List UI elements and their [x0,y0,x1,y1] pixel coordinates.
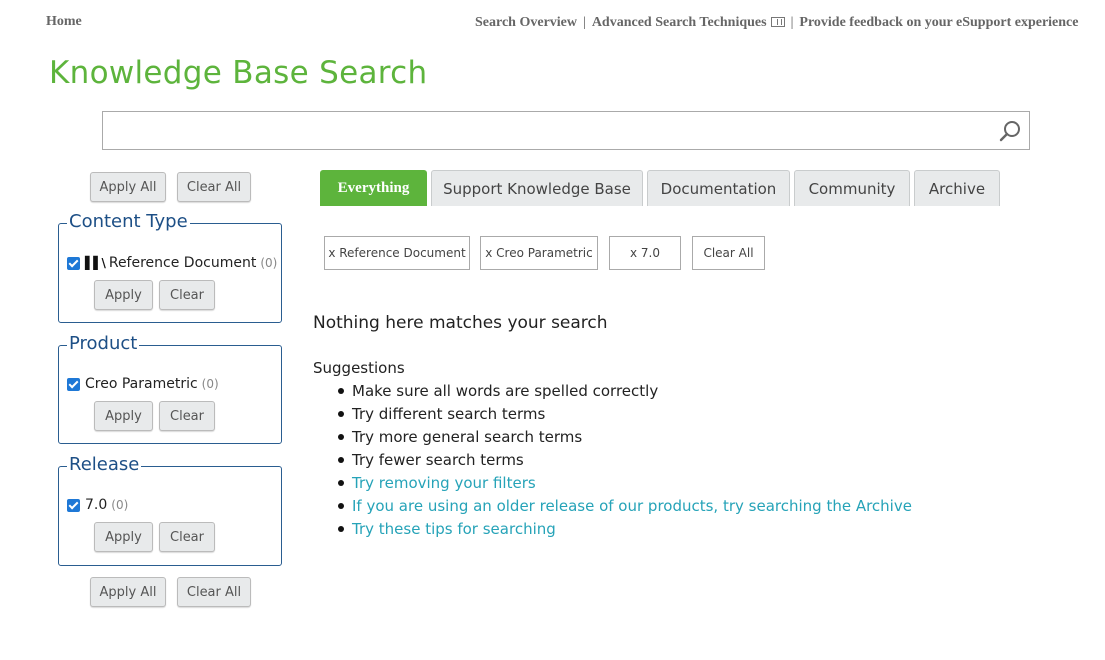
no-results-message: Nothing here matches your search [313,313,608,333]
top-links: Search Overview | Advanced Search Techni… [475,15,1078,31]
clear-button[interactable]: Clear [159,280,215,310]
facet-checkbox[interactable] [67,256,80,270]
facet-label: Creo Parametric [85,376,198,392]
content-type-panel: Content Type ▌▌\ Reference Document (0) … [58,211,282,323]
product-panel: Product Creo Parametric (0) Apply Clear [58,333,282,444]
apply-all-button-top[interactable]: Apply All [90,172,166,202]
suggestion-link-search-tips[interactable]: Try these tips for searching [338,518,912,541]
facet-reference-document: ▌▌\ Reference Document (0) [67,255,277,271]
suggestion-item: Make sure all words are spelled correctl… [338,380,912,403]
apply-button[interactable]: Apply [94,280,153,310]
tab-archive[interactable]: Archive [914,170,1000,206]
suggestion-item: Try more general search terms [338,426,912,449]
clear-button[interactable]: Clear [159,522,215,552]
clear-all-filters-chip[interactable]: Clear All [692,236,765,270]
tab-documentation[interactable]: Documentation [647,170,790,206]
facet-count: (0) [260,256,278,270]
facet-checkbox[interactable] [67,377,80,391]
panel-legend: Content Type [67,211,190,232]
tab-support-knowledge-base[interactable]: Support Knowledge Base [431,170,643,206]
suggestion-link-archive[interactable]: If you are using an older release of our… [338,495,912,518]
apply-button[interactable]: Apply [94,522,153,552]
release-panel: Release 7.0 (0) Apply Clear [58,454,282,566]
suggestion-item: Try different search terms [338,403,912,426]
suggestions-list: Make sure all words are spelled correctl… [338,380,912,541]
facet-release-7-0: 7.0 (0) [67,497,128,513]
suggestions-title: Suggestions [313,359,405,377]
remove-filter-creo-parametric[interactable]: x Creo Parametric [480,236,598,270]
panel-legend: Product [67,333,140,354]
document-library-icon: ▌▌\ [85,256,106,270]
clear-button[interactable]: Clear [159,401,215,431]
facet-count: (0) [111,498,129,512]
home-link[interactable]: Home [46,14,82,30]
facet-checkbox[interactable] [67,498,80,512]
feedback-link[interactable]: Provide feedback on your eSupport experi… [799,15,1078,31]
clear-all-button-top[interactable]: Clear All [177,172,251,202]
facet-label: Reference Document [108,255,257,271]
search-input[interactable] [103,112,1029,149]
search-overview-link[interactable]: Search Overview [475,15,577,31]
clear-all-button-bottom[interactable]: Clear All [177,577,251,607]
suggestion-link-remove-filters[interactable]: Try removing your filters [338,472,912,495]
search-box [102,111,1030,150]
apply-all-button-bottom[interactable]: Apply All [90,577,166,607]
facet-creo-parametric: Creo Parametric (0) [67,376,219,392]
apply-button[interactable]: Apply [94,401,153,431]
external-video-icon[interactable] [770,17,785,27]
suggestion-item: Try fewer search terms [338,449,912,472]
panel-legend: Release [67,454,142,475]
separator: | [790,15,794,30]
page-title: Knowledge Base Search [49,55,428,91]
search-icon[interactable] [998,119,1022,143]
separator: | [583,15,586,30]
tab-community[interactable]: Community [794,170,910,206]
advanced-search-link[interactable]: Advanced Search Techniques [592,15,767,31]
facet-count: (0) [201,377,219,391]
facet-label: 7.0 [85,497,108,513]
remove-filter-reference-document[interactable]: x Reference Document [324,236,470,270]
remove-filter-release[interactable]: x 7.0 [609,236,681,270]
tab-everything[interactable]: Everything [320,170,427,206]
